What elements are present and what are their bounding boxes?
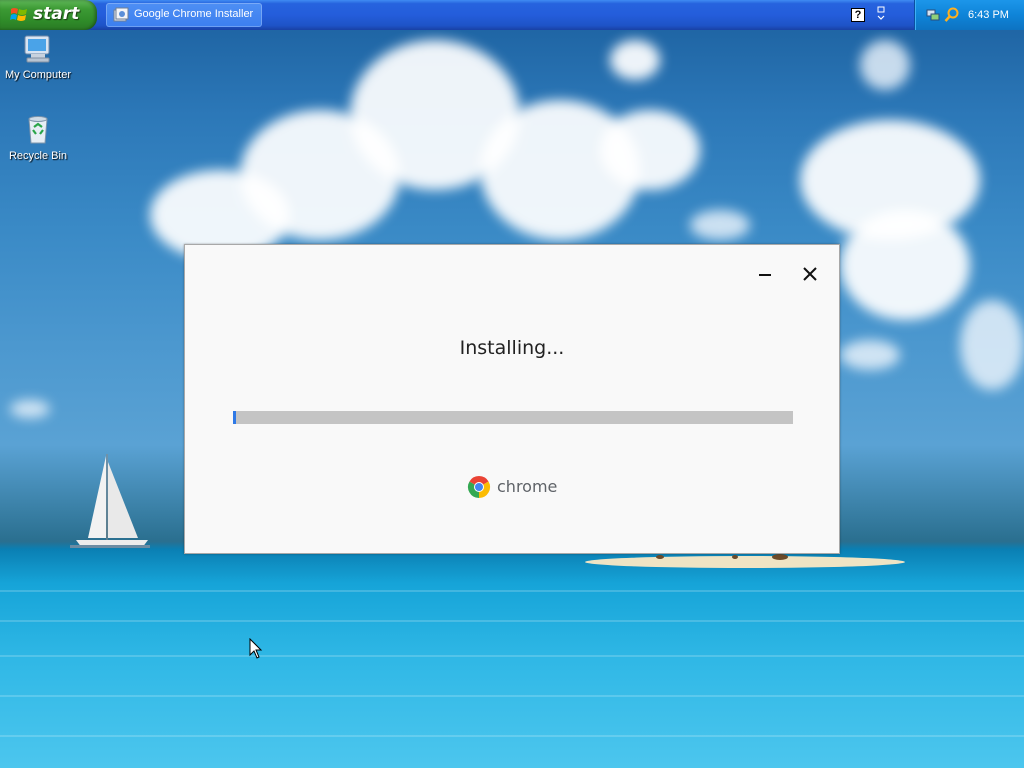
chrome-wordmark: chrome <box>497 477 558 496</box>
desktop-icon-my-computer[interactable]: My Computer <box>0 32 76 81</box>
minimize-button[interactable] <box>754 263 776 285</box>
taskbar-button-chrome-installer[interactable]: Google Chrome Installer <box>106 3 262 27</box>
system-tray: 6:43 PM <box>914 0 1024 30</box>
wallpaper-cloud <box>600 110 700 190</box>
mouse-cursor-icon <box>249 638 263 659</box>
help-icon[interactable]: ? <box>851 8 865 22</box>
install-progress-fill <box>233 411 236 424</box>
windows-logo-icon <box>10 8 27 21</box>
taskbar: start Google Chrome Installer ? 6:43 PM <box>0 0 1024 30</box>
installer-icon <box>113 7 129 22</box>
wallpaper-cloud <box>840 340 900 370</box>
water-ripple <box>0 590 1024 592</box>
water-ripple <box>0 655 1024 657</box>
start-label: start <box>33 4 80 24</box>
installing-status-text: Installing... <box>459 337 565 359</box>
network-icon[interactable] <box>926 8 940 22</box>
water-ripple <box>0 735 1024 737</box>
wallpaper-cloud <box>840 210 970 320</box>
sailboat <box>70 454 150 548</box>
water-ripple <box>0 620 1024 622</box>
desktop: My Computer Recycle Bin Installing... ch… <box>0 0 1024 768</box>
wallpaper-cloud <box>960 300 1024 390</box>
taskbar-button-label: Google Chrome Installer <box>134 8 254 20</box>
wallpaper-cloud <box>10 400 50 418</box>
desktop-icon-recycle-bin[interactable]: Recycle Bin <box>0 113 76 162</box>
desktop-icon-label: Recycle Bin <box>8 150 68 162</box>
install-progress-bar <box>233 411 793 424</box>
taskbar-arrows-icon[interactable] <box>876 6 886 22</box>
close-icon <box>803 267 817 281</box>
clock: 6:43 PM <box>968 9 1009 21</box>
computer-icon <box>24 35 50 63</box>
chrome-logo-icon <box>467 476 491 498</box>
wallpaper-cloud <box>860 40 910 90</box>
start-button[interactable]: start <box>0 0 97 30</box>
close-button[interactable] <box>799 263 821 285</box>
water-ripple <box>0 695 1024 697</box>
wallpaper-cloud <box>610 40 660 80</box>
recycle-bin-icon <box>28 116 48 144</box>
desktop-icon-label: My Computer <box>4 69 72 81</box>
chrome-installer-window: Installing... chrome <box>184 244 840 554</box>
search-icon[interactable] <box>944 7 960 23</box>
wallpaper-cloud <box>690 210 750 240</box>
island <box>585 554 905 568</box>
